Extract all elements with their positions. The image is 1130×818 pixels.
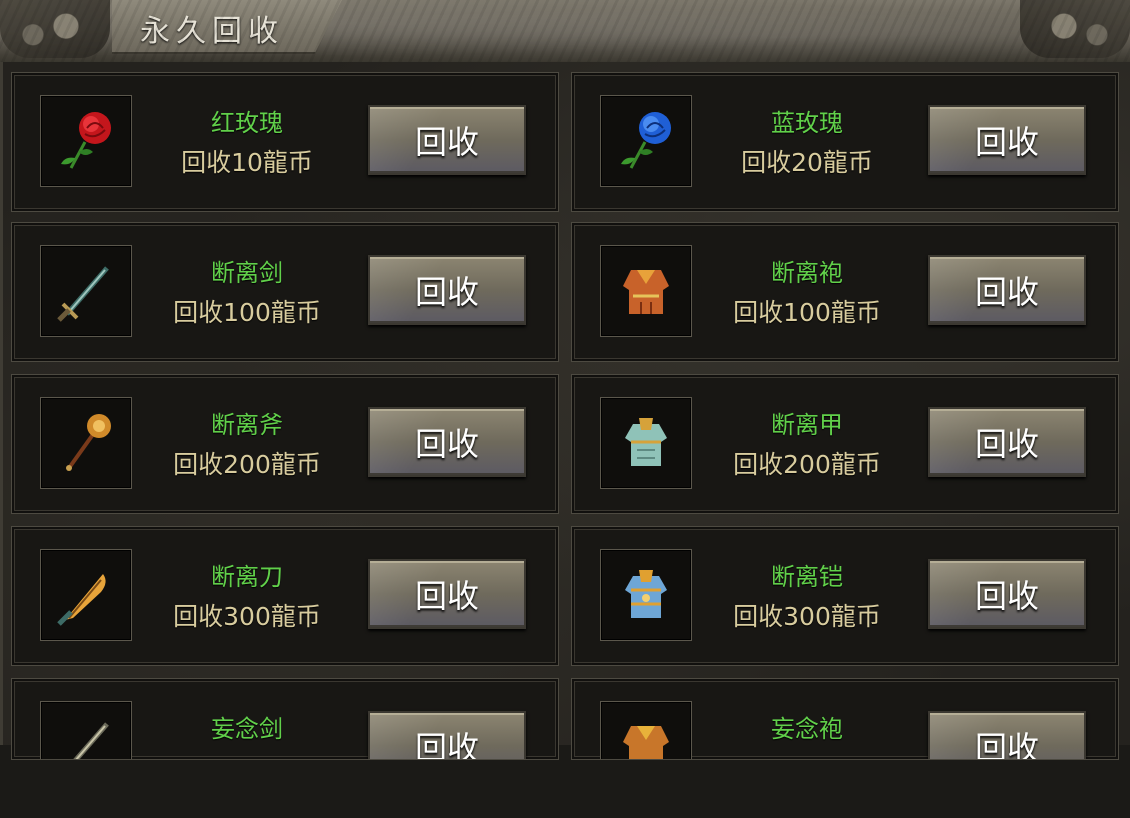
item-price: 回收100龍币 — [733, 298, 881, 327]
recycle-button[interactable]: 回收 — [928, 255, 1086, 325]
recycle-button[interactable]: 回收 — [928, 559, 1086, 629]
item-price: 回收10龍币 — [181, 148, 313, 177]
recycle-button[interactable]: 回收 — [368, 559, 526, 629]
item-price: 回收200龍币 — [733, 450, 881, 479]
item-name: 断离剑 — [211, 259, 283, 287]
item-row: 妄念剑 回收 妄念袍 回收 — [11, 678, 1119, 818]
recycle-button[interactable]: 回收 — [368, 255, 526, 325]
item-row: 红玫瑰 回收10龍币 回收 蓝玫瑰 回收20龍币 回收 — [11, 72, 1119, 212]
item-row: 断离刀 回收300龍币 回收 断离铠 回收300龍币 回收 — [11, 526, 1119, 666]
armor-icon — [600, 397, 692, 489]
item-name: 妄念袍 — [771, 715, 843, 743]
ornament-left — [0, 0, 110, 58]
item-name: 妄念剑 — [211, 715, 283, 743]
item-name: 断离袍 — [771, 259, 843, 287]
item-card: 红玫瑰 回收10龍币 回收 — [11, 72, 559, 212]
item-card: 蓝玫瑰 回收20龍币 回收 — [571, 72, 1119, 212]
item-card: 断离剑 回收100龍币 回收 — [11, 222, 559, 362]
item-price: 回收300龍币 — [173, 602, 321, 631]
item-card: 断离斧 回收200龍币 回收 — [11, 374, 559, 514]
ornament-right — [1020, 0, 1130, 58]
item-name: 断离斧 — [211, 411, 283, 439]
item-name: 红玫瑰 — [211, 109, 283, 137]
item-card: 断离铠 回收300龍币 回收 — [571, 526, 1119, 666]
title-tab — [112, 0, 342, 54]
recycle-button[interactable]: 回收 — [368, 105, 526, 175]
item-name: 蓝玫瑰 — [771, 109, 843, 137]
robe-icon — [600, 701, 692, 759]
item-row: 断离剑 回收100龍币 回收 断离袍 回收100龍币 回收 — [11, 222, 1119, 362]
sword-icon — [40, 701, 132, 759]
item-price: 回收200龍币 — [173, 450, 321, 479]
window-title: 永久回收 — [140, 14, 284, 49]
axe-icon — [40, 397, 132, 489]
window-frame-top: 永久回收 — [0, 0, 1130, 64]
item-card: 断离袍 回收100龍币 回收 — [571, 222, 1119, 362]
recycle-button[interactable]: 回收 — [928, 105, 1086, 175]
item-row: 断离斧 回收200龍币 回收 断离甲 回收200龍币 回收 — [11, 374, 1119, 514]
item-price: 回收300龍币 — [733, 602, 881, 631]
robe-icon — [600, 245, 692, 337]
blade-icon — [40, 549, 132, 641]
item-name: 断离甲 — [771, 411, 843, 439]
recycle-button[interactable]: 回收 — [368, 407, 526, 477]
plate-armor-icon — [600, 549, 692, 641]
red-rose-icon — [40, 95, 132, 187]
item-card: 断离甲 回收200龍币 回收 — [571, 374, 1119, 514]
item-price: 回收100龍币 — [173, 298, 321, 327]
item-card: 妄念剑 回收 — [11, 678, 559, 760]
sword-icon — [40, 245, 132, 337]
item-name: 断离刀 — [211, 563, 283, 591]
recycle-button[interactable]: 回收 — [928, 407, 1086, 477]
recycle-button[interactable]: 回收 — [928, 711, 1086, 759]
recycle-button[interactable]: 回收 — [368, 711, 526, 759]
item-card: 断离刀 回收300龍币 回收 — [11, 526, 559, 666]
item-card: 妄念袍 回收 — [571, 678, 1119, 760]
blue-rose-icon — [600, 95, 692, 187]
item-price: 回收20龍币 — [741, 148, 873, 177]
item-name: 断离铠 — [771, 563, 843, 591]
